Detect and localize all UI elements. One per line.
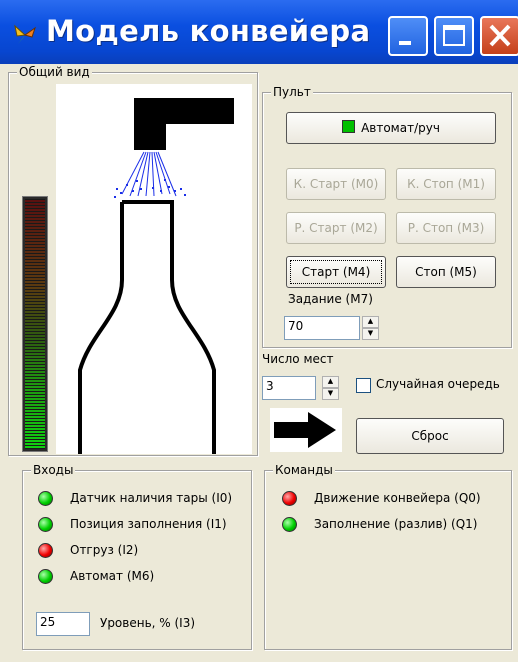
start-button[interactable]: Старт (M4) [286,256,386,288]
bottle-view [56,84,252,454]
overview-label: Общий вид [17,65,92,79]
auto-manual-button[interactable]: Автомат/руч [286,112,496,144]
spin-up-icon[interactable]: ▲ [322,376,339,388]
window-title: Модель конвейера [46,14,371,48]
places-spinner[interactable]: ▲ ▼ [322,376,339,400]
input-label-auto: Автомат (M6) [70,569,155,583]
level-label: Уровень, % (I3) [100,616,196,630]
reset-button[interactable]: Сброс [356,418,504,454]
maximize-button[interactable] [434,16,474,56]
direction-arrow-icon [270,408,342,452]
places-input[interactable]: 3 [262,376,316,400]
level-bar [22,196,48,452]
reset-label: Сброс [411,429,449,443]
k-start-label: К. Старт (M0) [293,177,379,191]
close-icon [489,24,511,47]
level-bar-segments [25,199,45,449]
task-input[interactable]: 70 [284,316,360,340]
task-label: Задание (M7) [288,292,373,306]
spin-down-icon[interactable]: ▼ [362,328,379,340]
r-start-button[interactable]: Р. Старт (M2) [286,212,386,244]
title-bar[interactable]: Модель конвейера [0,0,518,64]
command-led-conveyor [282,491,297,506]
input-label-sensor: Датчик наличия тары (I0) [70,491,233,505]
r-start-label: Р. Старт (M2) [294,221,378,235]
maximize-icon [443,25,465,46]
places-label: Число мест [262,352,334,366]
input-led-fill-position [38,517,53,532]
bottle-outline [78,200,216,454]
k-stop-button[interactable]: К. Стоп (M1) [396,168,496,200]
spin-down-icon[interactable]: ▼ [322,388,339,400]
spin-up-icon[interactable]: ▲ [362,316,379,328]
command-label-conveyor: Движение конвейера (Q0) [314,491,481,505]
r-stop-label: Р. Стоп (M3) [407,221,485,235]
k-start-button[interactable]: К. Старт (M0) [286,168,386,200]
start-label: Старт (M4) [301,265,371,279]
auto-mode-indicator [342,120,356,133]
minimize-button[interactable] [388,16,428,56]
auto-manual-label: Автомат/руч [361,121,440,135]
input-led-sensor [38,491,53,506]
stop-button[interactable]: Стоп (M5) [396,256,496,288]
filling-scene [78,98,234,454]
liquid-stream [121,151,177,197]
minimize-icon [399,41,411,45]
butterfly-app-icon [14,24,36,44]
close-button[interactable] [480,16,518,56]
nozzle-shape [134,98,234,150]
command-label-filling: Заполнение (разлив) (Q1) [314,517,478,531]
r-stop-button[interactable]: Р. Стоп (M3) [396,212,496,244]
command-led-filling [282,517,297,532]
input-led-auto [38,569,53,584]
inputs-label: Входы [31,463,76,477]
console-label: Пульт [271,85,313,99]
input-label-shipment: Отгруз (I2) [70,543,139,557]
task-spinner[interactable]: ▲ ▼ [362,316,379,340]
random-queue-label[interactable]: Случайная очередь [376,377,500,391]
random-queue-checkbox[interactable] [356,378,371,393]
input-led-shipment [38,543,53,558]
k-stop-label: К. Стоп (M1) [407,177,485,191]
commands-label: Команды [273,463,335,477]
stop-label: Стоп (M5) [415,265,477,279]
input-label-fill-position: Позиция заполнения (I1) [70,517,227,531]
level-field: 25 [36,612,90,636]
